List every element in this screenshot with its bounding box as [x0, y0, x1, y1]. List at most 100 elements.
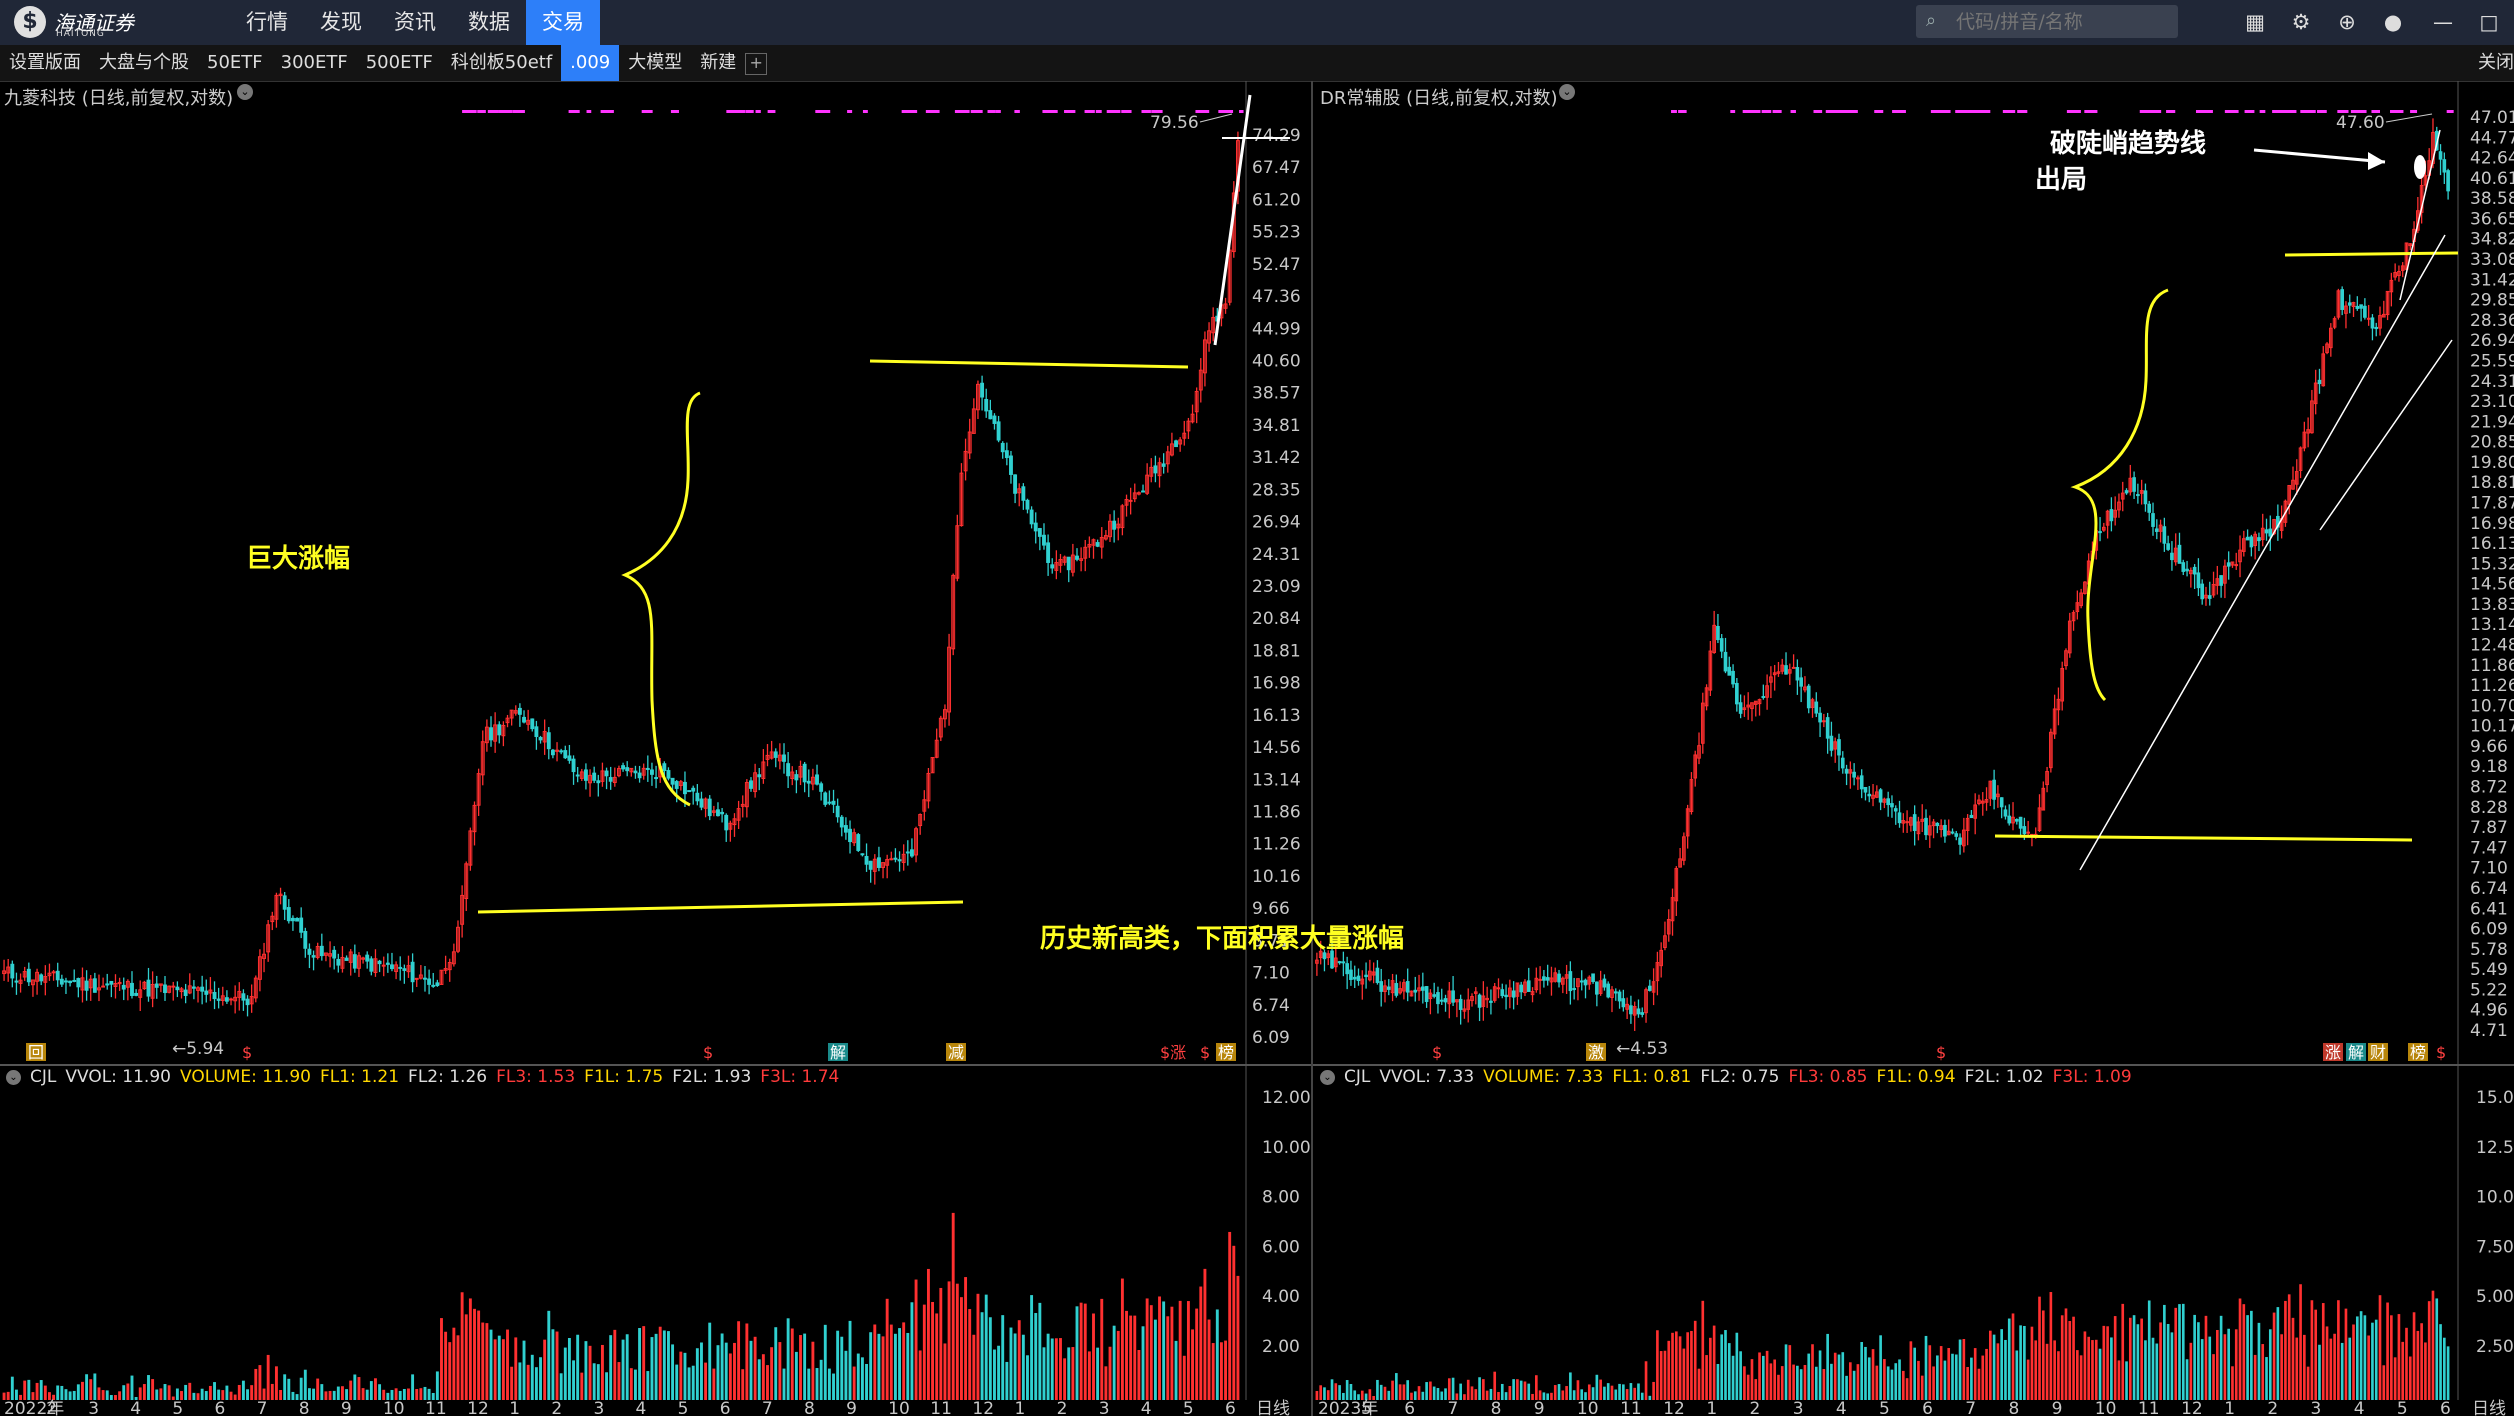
- axes: 74.2967.4761.2055.2352.4747.3644.9940.60…: [4, 81, 2514, 1416]
- price-candle-body: [336, 958, 341, 966]
- price-candle-body: [889, 858, 894, 861]
- x-axis-label: 5: [2397, 1399, 2408, 1416]
- y-axis-label: 6.74: [2470, 879, 2508, 899]
- price-candle-body: [1424, 986, 1429, 1002]
- signal-mark: [1678, 110, 1685, 113]
- volume-bar: [2038, 1296, 2041, 1400]
- volume-bar: [2125, 1361, 2128, 1400]
- volume-bar: [650, 1337, 654, 1400]
- volume-bar: [1852, 1370, 1856, 1400]
- volume-bar: [2193, 1314, 2196, 1400]
- volume-bar: [1149, 1305, 1153, 1400]
- signal-mark: [1228, 110, 1234, 113]
- y-axis-label: 10.70: [2470, 696, 2514, 716]
- volume-bar: [369, 1381, 373, 1400]
- volume-bar: [1158, 1296, 1161, 1400]
- price-candle-body: [101, 985, 106, 988]
- volume-bar: [1947, 1348, 1951, 1400]
- volume-bar: [2412, 1312, 2416, 1400]
- price-candle-body: [497, 724, 502, 736]
- volume-bar: [997, 1345, 1001, 1400]
- x-axis-label: 9: [2052, 1399, 2063, 1416]
- volume-bar: [374, 1378, 377, 1400]
- signal-mark: [498, 110, 512, 113]
- volume-bar: [514, 1337, 518, 1400]
- x-axis-label: 4: [1141, 1399, 1152, 1416]
- volume-bar: [2223, 1334, 2227, 1400]
- price-candle-body: [839, 816, 844, 828]
- volume-bar: [2390, 1315, 2393, 1400]
- volume-bar: [1523, 1381, 1527, 1400]
- x-axis-label: 5: [1361, 1399, 1372, 1416]
- volume-bar: [1985, 1348, 1988, 1400]
- price-candle-body: [1432, 994, 1436, 997]
- price-candle-body: [2181, 562, 2186, 572]
- x-axis-label: 11: [1620, 1399, 1642, 1416]
- price-candle-body: [423, 977, 427, 980]
- volume-bar: [2253, 1354, 2257, 1400]
- y-axis-label: 5.22: [2470, 980, 2508, 1000]
- volume-bar: [1780, 1366, 1784, 1400]
- y-axis-label: 15.32: [2470, 554, 2514, 574]
- volume-bar: [1796, 1365, 1799, 1400]
- price-candle-body: [1489, 1000, 1493, 1003]
- x-axis-label: 1: [1706, 1399, 1717, 1416]
- chart-canvas[interactable]: 74.2967.4761.2055.2352.4747.3644.9940.60…: [0, 0, 2514, 1416]
- volume-bar: [786, 1318, 790, 1400]
- signal-mark: [925, 110, 940, 113]
- volume-bar: [1943, 1360, 1947, 1400]
- volume-bar: [662, 1330, 666, 1400]
- volume-bar: [1860, 1342, 1864, 1400]
- x-axis-label: 5: [1183, 1399, 1194, 1416]
- volume-bar: [2197, 1322, 2200, 1400]
- volume-bar: [1989, 1330, 1992, 1400]
- support-line: [477, 900, 964, 914]
- volume-bar: [1856, 1364, 1860, 1400]
- price-candle-body: [1413, 989, 1418, 993]
- volume-bar: [1125, 1310, 1128, 1400]
- price-candle-body: [352, 954, 357, 969]
- price-candle-body: [687, 790, 692, 793]
- right-low-label: ←4.53: [1616, 1039, 1668, 1059]
- price-candle-body: [229, 998, 233, 1001]
- price-candle-body: [645, 767, 650, 770]
- price-candle-body: [414, 977, 419, 980]
- price-candle-body: [670, 777, 675, 785]
- price-candle-body: [134, 992, 139, 996]
- price-candle-body: [72, 979, 77, 982]
- volume-bar: [530, 1354, 534, 1400]
- price-candle-body: [64, 980, 68, 983]
- volume-bar: [675, 1364, 679, 1400]
- volume-bar: [1981, 1355, 1985, 1400]
- left-period-label: 日线: [1256, 1399, 1290, 1416]
- price-candle-body: [662, 763, 667, 772]
- volume-bar: [109, 1395, 113, 1400]
- volume-bar: [964, 1277, 968, 1400]
- volume-bar: [1349, 1383, 1353, 1400]
- volume-bar: [43, 1385, 47, 1400]
- volume-bar: [1451, 1377, 1455, 1400]
- event-marker: $: [1432, 1043, 1442, 1062]
- y-axis-label: 16.13: [1252, 706, 1301, 726]
- volume-bar: [1603, 1386, 1606, 1400]
- price-candle-body: [1878, 789, 1883, 803]
- volume-bar: [1587, 1384, 1591, 1400]
- price-candle-body: [1840, 757, 1845, 769]
- x-axis-label: 1: [2224, 1399, 2235, 1416]
- volume-bar: [2427, 1301, 2431, 1400]
- y-axis-label: 55.23: [1252, 223, 1301, 243]
- y-axis-label: 9.66: [2470, 737, 2508, 757]
- signal-mark: [2390, 110, 2404, 113]
- volume-bar: [819, 1359, 823, 1400]
- volume-bar: [2303, 1334, 2306, 1400]
- volume-bar: [151, 1379, 155, 1400]
- price-candle-body: [1066, 556, 1071, 571]
- signal-mark: [1761, 110, 1772, 113]
- price-candle-body: [2366, 317, 2371, 320]
- volume-bar: [1137, 1350, 1141, 1400]
- x-axis-label: 9: [341, 1399, 352, 1416]
- volume-bar: [493, 1339, 497, 1400]
- volume-bar: [1406, 1380, 1410, 1400]
- volume-bar: [1553, 1385, 1557, 1400]
- volume-bar: [2386, 1302, 2389, 1400]
